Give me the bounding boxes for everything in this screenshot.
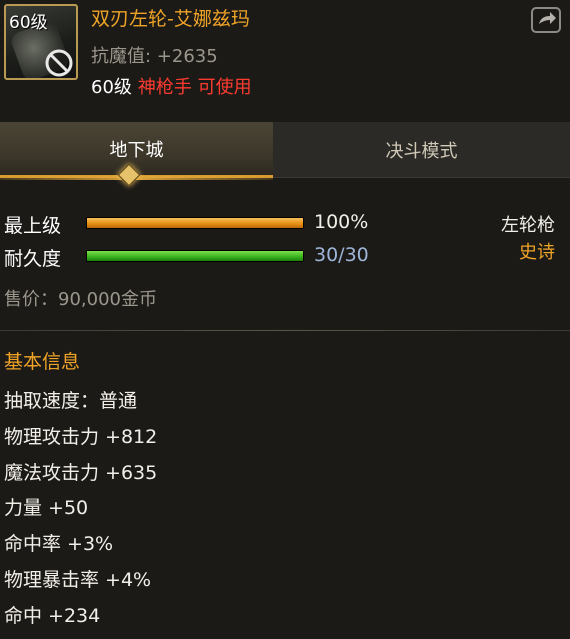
requirement-row: 60级 神枪手 可使用 <box>91 73 252 99</box>
attribute-row: 物理暴击率 +4% <box>4 568 152 591</box>
resist-number: +2635 <box>156 46 218 67</box>
attribute-row: 抽取速度：普通 <box>4 390 138 412</box>
attribute-row: 力量 +50 <box>4 497 89 520</box>
item-level-tag: 60级 <box>9 13 48 33</box>
basic-info-title: 基本信息 <box>4 351 81 373</box>
no-entry-icon <box>45 49 73 77</box>
tab-dungeon[interactable]: 地下城 <box>0 122 273 178</box>
sell-price: 售价：90,000金币 <box>4 289 157 310</box>
share-export-icon <box>539 12 556 24</box>
max-level-percent: 100% <box>314 211 369 233</box>
max-level-label: 最上级 <box>4 215 62 237</box>
attribute-row: 魔法攻击力 +635 <box>4 461 158 484</box>
section-divider <box>0 330 570 331</box>
durability-bar <box>86 250 304 262</box>
max-level-bar-fill <box>87 218 303 228</box>
attribute-row: 物理攻击力 +812 <box>4 425 158 448</box>
weapon-type: 左轮枪 <box>501 215 555 236</box>
item-header: 60级 双刃左轮-艾娜兹玛 抗魔值: +2635 60级 神枪手 可使用 <box>0 0 570 110</box>
durability-label: 耐久度 <box>4 248 62 270</box>
share-button[interactable] <box>531 7 561 33</box>
resist-value: 抗魔值: +2635 <box>91 46 218 67</box>
resist-label: 抗魔值 <box>91 46 145 67</box>
durability-bar-fill <box>87 251 303 261</box>
tab-pvp[interactable]: 决斗模式 <box>273 122 570 178</box>
durability-value: 30/30 <box>314 244 369 266</box>
item-name: 双刃左轮-艾娜兹玛 <box>91 8 250 30</box>
rarity-label: 史诗 <box>519 242 555 263</box>
required-level: 60级 <box>91 77 132 98</box>
required-class: 神枪手 可使用 <box>137 77 252 98</box>
mode-tabs: 地下城 决斗模式 <box>0 122 570 178</box>
attribute-list: 抽取速度：普通 物理攻击力 +812 魔法攻击力 +635 力量 +50 命中率… <box>4 388 157 639</box>
attribute-row: 命中率 +3% <box>4 533 114 556</box>
max-level-bar <box>86 217 304 229</box>
attribute-row: 命中 +234 <box>4 604 101 627</box>
item-icon[interactable]: 60级 <box>4 4 78 80</box>
